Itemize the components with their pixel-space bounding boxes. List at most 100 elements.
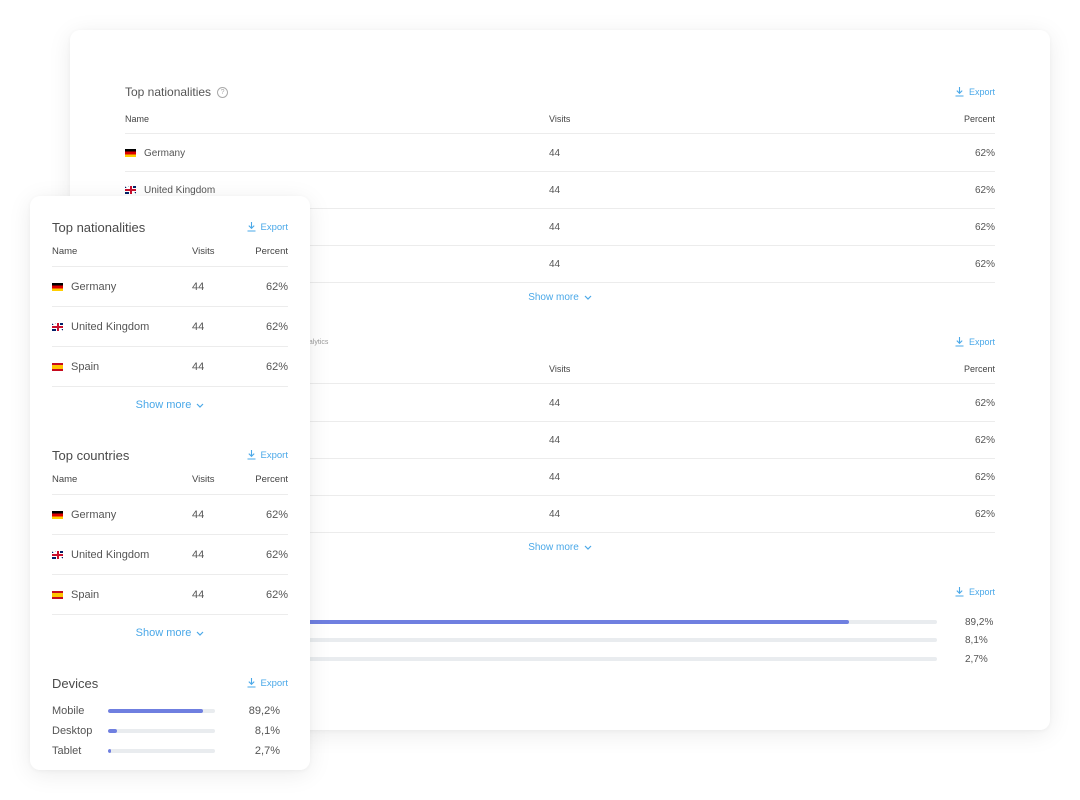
table-row: United Kingdom 44 62% — [52, 535, 288, 575]
row-name: Germany — [144, 147, 186, 159]
download-icon — [955, 337, 964, 347]
row-visits: 44 — [549, 184, 561, 196]
table-row: United Kingdom 44 62% — [52, 307, 288, 347]
row-percent: 62% — [974, 434, 995, 446]
device-percent: 89,2% — [248, 705, 280, 717]
column-visits: Visits — [192, 474, 215, 485]
export-button[interactable]: Export — [247, 222, 288, 233]
row-visits: 44 — [549, 434, 561, 446]
row-visits: 44 — [192, 280, 205, 293]
export-button[interactable]: Export — [955, 337, 995, 347]
row-name: United Kingdom — [71, 548, 150, 561]
spain-flag-icon — [52, 362, 63, 371]
device-bar-fill — [108, 749, 111, 753]
export-button[interactable]: Export — [955, 587, 995, 597]
column-visits: Visits — [192, 246, 215, 257]
table-row: Germany 44 62% — [52, 267, 288, 307]
column-name: Name — [52, 246, 78, 257]
row-percent: 62% — [974, 397, 995, 409]
table-row: Spain 44 62% — [52, 347, 288, 387]
germany-flag-icon — [52, 510, 63, 519]
uk-flag-icon — [52, 322, 63, 331]
row-percent: 62% — [974, 184, 995, 196]
show-more-label: Show more — [528, 292, 579, 303]
row-percent: 62% — [974, 471, 995, 483]
row-visits: 44 — [192, 588, 205, 601]
row-visits: 44 — [549, 508, 561, 520]
section-title: Top nationalities — [125, 85, 212, 99]
export-label: Export — [968, 337, 995, 347]
row-percent: 62% — [265, 548, 288, 561]
device-percent: 8,1% — [965, 634, 988, 646]
table-header: Name Visits Percent — [52, 465, 288, 495]
column-name: Name — [52, 474, 78, 485]
row-name: Germany — [71, 508, 117, 521]
row-percent: 62% — [974, 221, 995, 233]
device-percent: 8,1% — [254, 725, 280, 737]
export-label: Export — [968, 587, 995, 597]
help-icon[interactable]: ? — [217, 86, 229, 98]
row-name: Germany — [71, 280, 117, 293]
export-button[interactable]: Export — [247, 450, 288, 461]
show-more-label: Show more — [528, 542, 579, 553]
row-name: Spain — [71, 588, 100, 601]
device-percent: 89,2% — [965, 616, 994, 628]
spain-flag-icon — [52, 590, 63, 599]
row-visits: 44 — [549, 147, 561, 159]
row-percent: 62% — [265, 320, 288, 333]
uk-flag-icon — [125, 186, 136, 194]
column-percent: Percent — [963, 363, 995, 374]
export-button[interactable]: Export — [955, 87, 995, 97]
section-title: Top countries — [52, 447, 130, 463]
device-percent: 2,7% — [965, 653, 988, 665]
show-more-label: Show more — [135, 627, 192, 639]
table-header: Name Visits Percent — [52, 237, 288, 267]
row-percent: 62% — [265, 280, 288, 293]
download-icon — [247, 222, 256, 232]
row-name: United Kingdom — [144, 184, 216, 196]
mobile-analytics-card: Top nationalities Export Name Visits Per… — [30, 196, 310, 770]
row-percent: 62% — [265, 508, 288, 521]
row-visits: 44 — [192, 548, 205, 561]
table-header: Name Visits Percent — [125, 104, 995, 134]
germany-flag-icon — [52, 282, 63, 291]
section-title: Top nationalities — [52, 219, 146, 235]
row-name: United Kingdom — [71, 320, 150, 333]
device-bar-fill — [108, 729, 117, 733]
export-label: Export — [260, 449, 288, 461]
device-bar-track — [108, 709, 215, 713]
download-icon — [247, 678, 256, 688]
device-bar-track — [108, 729, 215, 733]
chevron-down-icon — [584, 545, 592, 550]
device-name: Desktop — [52, 725, 93, 737]
row-visits: 44 — [549, 397, 561, 409]
row-name: Spain — [71, 360, 100, 373]
device-percent: 2,7% — [254, 745, 280, 757]
table-row: Spain 44 62% — [52, 575, 288, 615]
device-bar-fill — [108, 709, 204, 713]
column-name: Name — [125, 113, 150, 124]
row-percent: 62% — [974, 258, 995, 270]
table-row: Germany 44 62% — [52, 495, 288, 535]
germany-flag-icon — [125, 149, 136, 157]
show-more-button[interactable]: Show more — [52, 615, 288, 651]
chevron-down-icon — [196, 631, 204, 636]
device-row: Desktop 8,1% — [52, 721, 288, 741]
download-icon — [247, 450, 256, 460]
row-visits: 44 — [549, 471, 561, 483]
export-button[interactable]: Export — [247, 678, 288, 689]
row-visits: 44 — [549, 221, 561, 233]
device-bar-track — [108, 749, 215, 753]
export-label: Export — [968, 87, 995, 97]
download-icon — [955, 87, 964, 97]
column-percent: Percent — [255, 246, 288, 257]
row-percent: 62% — [265, 360, 288, 373]
row-visits: 44 — [192, 360, 205, 373]
show-more-button[interactable]: Show more — [52, 387, 288, 423]
column-visits: Visits — [549, 113, 571, 124]
section-title: Devices — [52, 675, 99, 691]
front-nationalities-section: Top nationalities Export Name Visits Per… — [52, 217, 288, 423]
row-visits: 44 — [192, 508, 205, 521]
show-more-label: Show more — [135, 399, 192, 411]
row-visits: 44 — [192, 320, 205, 333]
